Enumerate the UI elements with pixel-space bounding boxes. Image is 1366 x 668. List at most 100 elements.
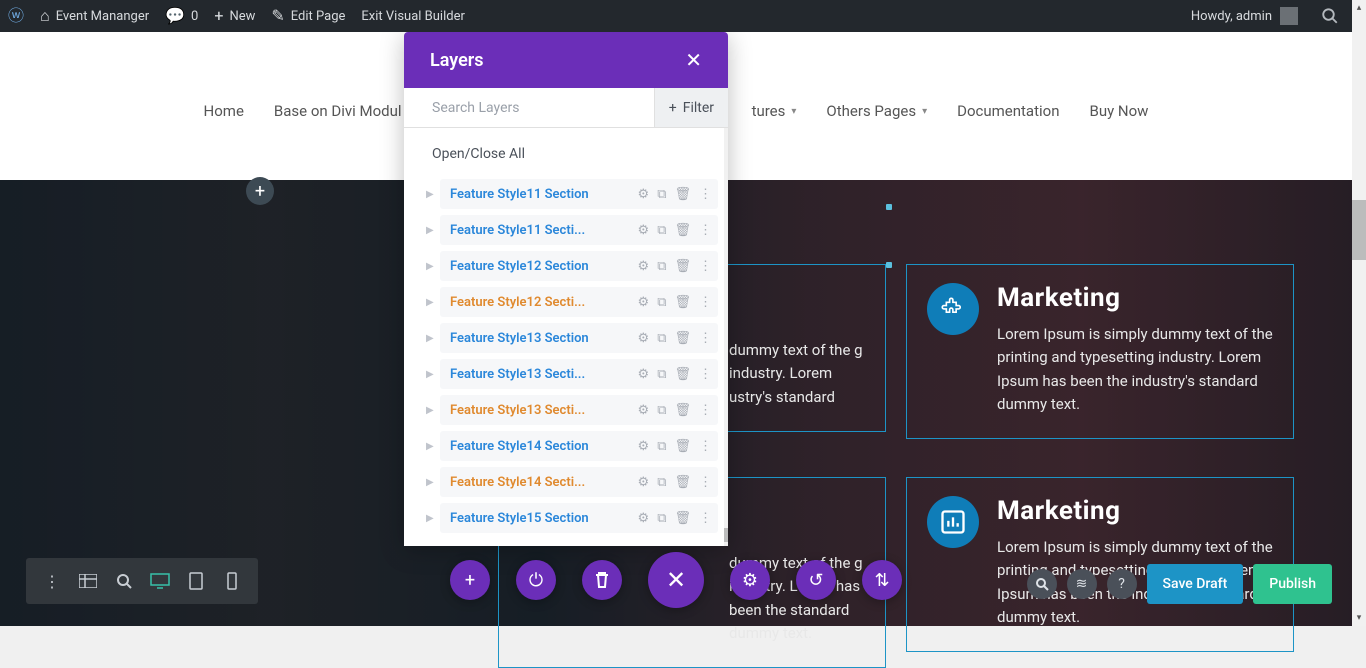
dots-vertical-icon[interactable]: ⋮ — [699, 331, 712, 346]
layer-item[interactable]: Feature Style13 Secti...⚙⧉🗑⋮ — [440, 395, 718, 425]
open-close-all[interactable]: Open/Close All — [432, 146, 718, 162]
dots-vertical-icon[interactable]: ⋮ — [699, 403, 712, 418]
scrollbar-thumb[interactable] — [724, 528, 728, 542]
duplicate-icon[interactable]: ⧉ — [657, 223, 666, 238]
duplicate-icon[interactable]: ⧉ — [657, 403, 666, 418]
dots-vertical-icon[interactable]: ⋮ — [699, 187, 712, 202]
nav-base-divi[interactable]: Base on Divi Modul — [274, 102, 402, 120]
settings-button[interactable]: ⚙ — [730, 560, 770, 600]
gear-icon[interactable]: ⚙ — [638, 511, 650, 526]
expand-caret[interactable]: ▶ — [426, 189, 434, 200]
duplicate-icon[interactable]: ⧉ — [657, 295, 666, 310]
duplicate-icon[interactable]: ⧉ — [657, 511, 666, 526]
menu-dots-button[interactable]: ⋮ — [34, 558, 70, 604]
zoom-button[interactable] — [106, 558, 142, 604]
layer-name[interactable]: Feature Style12 Section — [450, 259, 638, 274]
help-mini-button[interactable]: ? — [1107, 569, 1137, 599]
gear-icon[interactable]: ⚙ — [638, 475, 650, 490]
expand-caret[interactable]: ▶ — [426, 369, 434, 380]
site-name-link[interactable]: ⌂Event Mananger — [32, 0, 157, 32]
close-builder-button[interactable]: ✕ — [648, 552, 704, 608]
dots-vertical-icon[interactable]: ⋮ — [699, 475, 712, 490]
power-button[interactable]: ⏻ — [516, 560, 556, 600]
layer-name[interactable]: Feature Style13 Secti... — [450, 367, 638, 382]
expand-caret[interactable]: ▶ — [426, 225, 434, 236]
layer-name[interactable]: Feature Style13 Secti... — [450, 403, 638, 418]
expand-caret[interactable]: ▶ — [426, 405, 434, 416]
history-button[interactable]: ↺ — [796, 560, 836, 600]
layer-name[interactable]: Feature Style13 Section — [450, 331, 638, 346]
wireframe-button[interactable] — [70, 558, 106, 604]
sort-button[interactable]: ⇅ — [862, 560, 902, 600]
search-input[interactable] — [404, 100, 654, 116]
expand-caret[interactable]: ▶ — [426, 297, 434, 308]
gear-icon[interactable]: ⚙ — [638, 187, 650, 202]
dots-vertical-icon[interactable]: ⋮ — [699, 511, 712, 526]
layers-header[interactable]: Layers ✕ — [404, 32, 728, 88]
howdy-link[interactable]: Howdy, admin — [1183, 0, 1306, 32]
layer-name[interactable]: Feature Style15 Section — [450, 511, 638, 526]
layer-item[interactable]: Feature Style15 Section⚙ ⧉ 🗑 ⋮ — [440, 503, 718, 533]
handle-dot[interactable] — [886, 262, 892, 268]
publish-button[interactable]: Publish — [1253, 564, 1332, 604]
layer-name[interactable]: Feature Style11 Section — [450, 187, 638, 202]
handle-dot[interactable] — [886, 204, 892, 210]
feature-card[interactable]: Marketing Lorem Ipsum is simply dummy te… — [906, 264, 1294, 439]
panel-scrollbar[interactable] — [724, 128, 728, 546]
trash-icon[interactable]: 🗑 — [674, 187, 691, 202]
trash-icon[interactable]: 🗑 — [674, 511, 691, 526]
dots-vertical-icon[interactable]: ⋮ — [699, 439, 712, 454]
scroll-down[interactable]: ▾ — [1352, 610, 1366, 626]
nav-documentation[interactable]: Documentation — [957, 102, 1059, 120]
admin-search-button[interactable] — [1316, 2, 1344, 30]
duplicate-icon[interactable]: ⧉ — [657, 367, 666, 382]
layer-item[interactable]: Feature Style11 Secti...⚙⧉🗑⋮ — [440, 215, 718, 245]
gear-icon[interactable]: ⚙ — [638, 367, 650, 382]
duplicate-icon[interactable]: ⧉ — [657, 475, 666, 490]
add-section-button[interactable]: + — [246, 177, 274, 205]
layer-name[interactable]: Feature Style14 Secti... — [450, 475, 638, 490]
tablet-view-button[interactable] — [178, 558, 214, 604]
edit-page-link[interactable]: ✎Edit Page — [263, 0, 353, 32]
phone-view-button[interactable] — [214, 558, 250, 604]
layer-item[interactable]: Feature Style12 Secti...⚙⧉🗑⋮ — [440, 287, 718, 317]
trash-icon[interactable]: 🗑 — [674, 295, 691, 310]
gear-icon[interactable]: ⚙ — [638, 295, 650, 310]
duplicate-icon[interactable]: ⧉ — [657, 259, 666, 274]
dots-vertical-icon[interactable]: ⋮ — [699, 295, 712, 310]
exit-builder-link[interactable]: Exit Visual Builder — [353, 0, 472, 32]
expand-caret[interactable]: ▶ — [426, 261, 434, 272]
save-draft-button[interactable]: Save Draft — [1147, 564, 1244, 604]
gear-icon[interactable]: ⚙ — [638, 439, 650, 454]
trash-icon[interactable]: 🗑 — [674, 403, 691, 418]
close-button[interactable]: ✕ — [685, 48, 702, 72]
scroll-up[interactable]: ▴ — [1352, 0, 1366, 16]
layer-name[interactable]: Feature Style14 Section — [450, 439, 638, 454]
layer-item[interactable]: Feature Style14 Secti...⚙⧉🗑⋮ — [440, 467, 718, 497]
trash-icon[interactable]: 🗑 — [674, 439, 691, 454]
layer-item[interactable]: Feature Style13 Secti...⚙⧉🗑⋮ — [440, 359, 718, 389]
layer-name[interactable]: Feature Style11 Secti... — [450, 223, 638, 238]
add-button[interactable]: + — [450, 560, 490, 600]
duplicate-icon[interactable]: ⧉ — [657, 331, 666, 346]
nav-features[interactable]: tures▾ — [752, 102, 797, 120]
expand-caret[interactable]: ▶ — [426, 441, 434, 452]
expand-caret[interactable]: ▶ — [426, 333, 434, 344]
desktop-view-button[interactable] — [142, 558, 178, 604]
trash-icon[interactable]: 🗑 — [674, 259, 691, 274]
gear-icon[interactable]: ⚙ — [638, 259, 650, 274]
layers-mini-button[interactable]: ≋ — [1067, 569, 1097, 599]
filter-button[interactable]: + Filter — [654, 88, 728, 127]
comments-link[interactable]: 💬0 — [157, 0, 206, 32]
search-mini-button[interactable] — [1027, 569, 1057, 599]
trash-icon[interactable]: 🗑 — [674, 223, 691, 238]
dots-vertical-icon[interactable]: ⋮ — [699, 259, 712, 274]
trash-icon[interactable]: 🗑 — [674, 367, 691, 382]
nav-others-pages[interactable]: Others Pages▾ — [826, 102, 927, 120]
layer-item[interactable]: Feature Style14 Section⚙⧉🗑⋮ — [440, 431, 718, 461]
layer-item[interactable]: Feature Style11 Section⚙ ⧉ 🗑 ⋮ — [440, 179, 718, 209]
new-link[interactable]: +New — [206, 0, 263, 32]
layer-item[interactable]: Feature Style12 Section⚙ ⧉ 🗑 ⋮ — [440, 251, 718, 281]
expand-caret[interactable]: ▶ — [426, 477, 434, 488]
duplicate-icon[interactable]: ⧉ — [657, 187, 666, 202]
